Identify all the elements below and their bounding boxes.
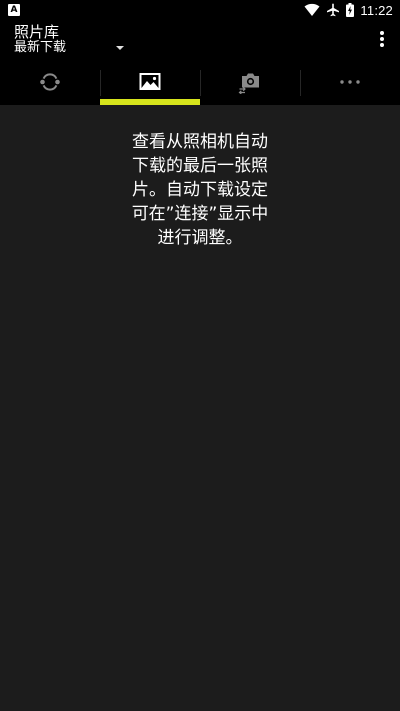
filter-selected-value: 最新下载 bbox=[14, 40, 67, 55]
camera-transfer-icon bbox=[238, 70, 262, 94]
status-bar: A 11:22 bbox=[0, 0, 400, 20]
image-gallery-icon bbox=[138, 70, 162, 94]
status-time: 11:22 bbox=[360, 2, 393, 18]
tab-sync[interactable] bbox=[0, 68, 100, 105]
airplane-mode-icon bbox=[326, 3, 340, 17]
filter-dropdown[interactable]: 最新下载 bbox=[14, 39, 130, 59]
app-bar: 照片库 最新下载 bbox=[0, 20, 400, 68]
tab-camera[interactable] bbox=[200, 68, 300, 105]
sync-icon bbox=[38, 70, 62, 94]
empty-state-message: 查看从照相机自动下载的最后一张照片。自动下载设定可在”连接”显示中进行调整。 bbox=[131, 132, 269, 248]
gallery-content: 查看从照相机自动下载的最后一张照片。自动下载设定可在”连接”显示中进行调整。 bbox=[0, 105, 400, 711]
dropdown-arrow-icon bbox=[116, 46, 124, 50]
app-notification-icon: A bbox=[8, 4, 20, 16]
tab-more[interactable] bbox=[300, 68, 400, 105]
battery-charging-icon bbox=[346, 3, 355, 17]
more-horiz-icon bbox=[338, 70, 362, 94]
tab-bar bbox=[0, 68, 400, 105]
tab-gallery[interactable] bbox=[100, 68, 200, 105]
status-icons: 11:22 bbox=[304, 0, 400, 20]
more-vert-icon[interactable] bbox=[376, 30, 388, 48]
wifi-icon bbox=[304, 3, 320, 17]
